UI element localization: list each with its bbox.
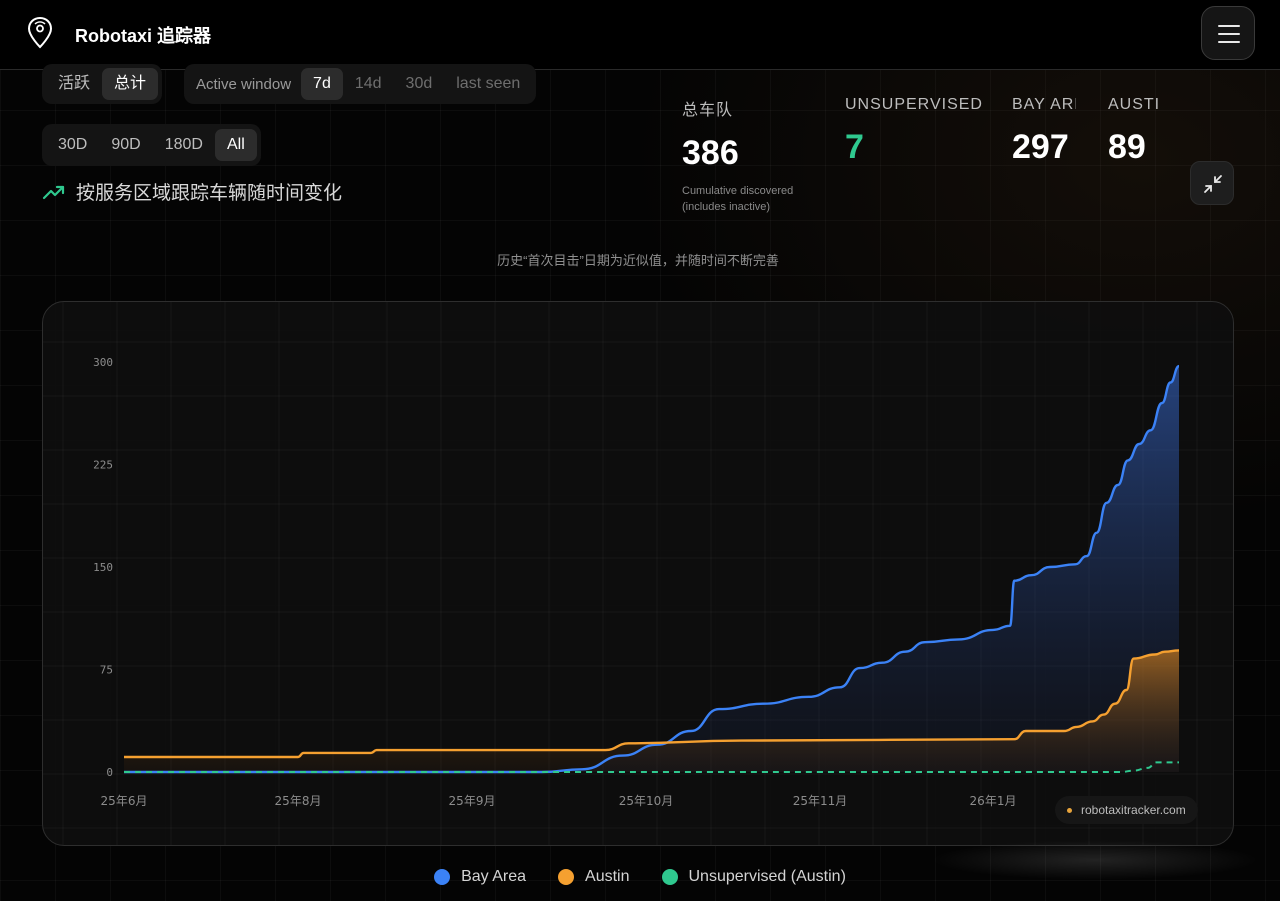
x-tick-label: 25年11月 bbox=[793, 794, 848, 808]
stat-label: UNSUPERVISED bbox=[845, 96, 983, 113]
chart-subtitle: 按服务区域跟踪车辆随时间变化 bbox=[42, 178, 342, 205]
y-tick-label: 75 bbox=[100, 664, 113, 677]
watermark-text: robotaxitracker.com bbox=[1081, 803, 1186, 817]
data-disclaimer: 历史“首次目击”日期为近似值，并随时间不断完善 bbox=[497, 253, 779, 268]
active-window-selector: Active window 7d 14d 30d last seen bbox=[184, 64, 537, 104]
legend-swatch bbox=[661, 869, 678, 885]
legend-item-bay-area[interactable]: Bay Area bbox=[434, 868, 526, 886]
stat-unsupervised: UNSUPERVISED 7 bbox=[845, 96, 995, 167]
status-active-option[interactable]: 活跃 bbox=[46, 68, 102, 100]
stat-austin: AUSTIN 89 bbox=[1108, 96, 1158, 167]
range-90d-option[interactable]: 90D bbox=[99, 129, 152, 161]
window-last-seen-option[interactable]: last seen bbox=[444, 68, 532, 100]
x-tick-label: 26年1月 bbox=[970, 794, 1017, 808]
hamburger-icon bbox=[1218, 41, 1240, 43]
y-tick-label: 225 bbox=[93, 459, 113, 472]
hamburger-icon bbox=[1218, 33, 1240, 35]
x-tick-label: 25年6月 bbox=[101, 794, 148, 808]
range-180d-option[interactable]: 180D bbox=[153, 129, 215, 161]
window-14d-option[interactable]: 14d bbox=[343, 68, 394, 100]
watermark-badge[interactable]: robotaxitracker.com bbox=[1055, 796, 1198, 824]
legend-item-unsupervised[interactable]: Unsupervised (Austin) bbox=[661, 868, 846, 886]
y-tick-label: 150 bbox=[93, 561, 113, 574]
map-pin-icon[interactable] bbox=[26, 16, 54, 50]
status-toggle: 活跃 总计 bbox=[42, 64, 163, 104]
status-total-option[interactable]: 总计 bbox=[102, 68, 159, 100]
app-brand[interactable]: Robotaxi 追踪器 bbox=[75, 22, 211, 48]
app-header: Robotaxi 追踪器 bbox=[0, 0, 1280, 70]
stat-value: 386 bbox=[682, 134, 739, 172]
fleet-area-chart[interactable]: 0 75 150 225 300 25年6月 25年8月 25年9月 25年10月 25年11月 2… bbox=[43, 302, 1234, 846]
x-tick-label: 25年9月 bbox=[449, 794, 496, 808]
stat-value: 297 bbox=[1012, 128, 1069, 166]
legend-swatch bbox=[558, 869, 575, 885]
subtitle-text: 按服务区域跟踪车辆随时间变化 bbox=[76, 183, 343, 204]
stat-label: 总车队 bbox=[682, 102, 734, 119]
legend-swatch bbox=[434, 869, 451, 885]
fleet-chart-card: 0 75 150 225 300 25年6月 25年8月 25年9月 25年10月 25年11月 2… bbox=[42, 301, 1234, 846]
area-bay-area bbox=[124, 366, 1179, 772]
collapse-button[interactable] bbox=[1190, 161, 1234, 205]
range-all-option[interactable]: All bbox=[214, 129, 257, 161]
menu-button[interactable] bbox=[1201, 6, 1255, 60]
stat-label: BAY AREA bbox=[1012, 96, 1076, 113]
active-window-label: Active window bbox=[196, 75, 292, 93]
window-30d-option[interactable]: 30d bbox=[394, 68, 445, 100]
time-range-selector: 30D 90D 180D All bbox=[42, 124, 261, 166]
stat-value: 89 bbox=[1108, 128, 1146, 166]
stat-value: 7 bbox=[845, 128, 864, 166]
legend-item-austin[interactable]: Austin bbox=[558, 868, 630, 886]
y-tick-label: 0 bbox=[106, 766, 113, 779]
hamburger-icon bbox=[1218, 25, 1240, 27]
stat-note: Cumulative discovered (includes inactive… bbox=[682, 185, 794, 213]
legend-label: Austin bbox=[585, 868, 630, 885]
range-30d-option[interactable]: 30D bbox=[46, 129, 99, 161]
collapse-icon bbox=[1204, 175, 1222, 193]
x-tick-label: 25年8月 bbox=[275, 794, 322, 808]
stat-total-fleet: 总车队 386 Cumulative discovered (includes … bbox=[682, 96, 832, 215]
y-tick-label: 300 bbox=[93, 356, 113, 369]
stat-bay-area: BAY AREA 297 bbox=[1012, 96, 1076, 167]
trending-up-icon bbox=[42, 185, 65, 199]
stat-label: AUSTIN bbox=[1108, 96, 1158, 113]
x-tick-label: 25年10月 bbox=[619, 794, 674, 808]
chart-legend: Bay Area Austin Unsupervised (Austin) bbox=[0, 868, 1280, 886]
watermark-dot bbox=[1067, 807, 1072, 813]
legend-label: Unsupervised (Austin) bbox=[688, 868, 846, 885]
legend-label: Bay Area bbox=[461, 868, 527, 885]
window-7d-option[interactable]: 7d bbox=[301, 68, 343, 100]
